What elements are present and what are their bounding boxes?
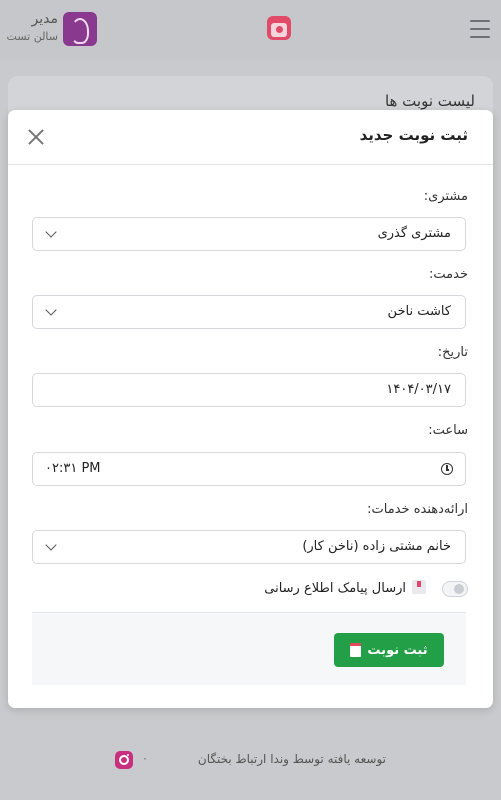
chevron-down-icon: [45, 539, 57, 551]
modal-footer: ثبت نوبت: [32, 612, 466, 685]
modal-header: ثبت نوبت جدید: [8, 110, 493, 165]
service-label: خدمت:: [429, 267, 468, 282]
date-value: ۱۴۰۴/۰۳/۱۷: [386, 382, 451, 397]
service-select[interactable]: کاشت ناخن: [32, 295, 466, 329]
sms-inbox-icon: [412, 580, 426, 594]
appointments-list-title: لیست نوبت ها: [384, 92, 475, 110]
provider-value: خانم مشتی زاده (ناخن کار): [302, 539, 451, 554]
developer-credit: توسعه یافته توسط وندا ارتباط بختگان: [197, 752, 386, 766]
menu-icon[interactable]: [470, 20, 490, 38]
calendar-logo-icon[interactable]: [267, 16, 291, 40]
new-appointment-modal: ثبت نوبت جدید مشتری: مشتری گذری خدمت: کا…: [8, 110, 493, 708]
customer-value: مشتری گذری: [377, 226, 451, 241]
sms-toggle-label: ارسال پیامک اطلاع رسانی: [264, 581, 406, 596]
footer-separator: ·: [143, 752, 147, 766]
date-label: تاریخ:: [437, 345, 468, 360]
time-input[interactable]: ۰۲:۳۱ PM: [32, 452, 466, 486]
time-value: ۰۲:۳۱ PM: [45, 461, 101, 476]
sms-toggle[interactable]: [442, 581, 468, 597]
chevron-down-icon: [45, 304, 57, 316]
salon-avatar[interactable]: [63, 12, 97, 46]
chevron-down-icon: [45, 226, 57, 238]
top-header: مدیر سالن تست: [0, 0, 501, 60]
customer-select[interactable]: مشتری گذری: [32, 217, 466, 251]
date-input[interactable]: ۱۴۰۴/۰۳/۱۷: [32, 373, 466, 407]
submit-appointment-button[interactable]: ثبت نوبت: [334, 633, 444, 667]
submit-label: ثبت نوبت: [367, 642, 428, 658]
calendar-icon: [350, 643, 362, 657]
customer-label: مشتری:: [423, 189, 468, 204]
provider-select[interactable]: خانم مشتی زاده (ناخن کار): [32, 530, 466, 564]
provider-label: ارائه‌دهنده خدمات:: [367, 502, 468, 517]
instagram-icon[interactable]: [115, 751, 133, 769]
clock-icon[interactable]: [441, 463, 453, 475]
user-role: مدیر: [31, 11, 58, 27]
close-icon[interactable]: [28, 129, 44, 145]
salon-name: سالن تست: [6, 30, 58, 43]
time-label: ساعت:: [428, 423, 468, 438]
modal-title: ثبت نوبت جدید: [359, 126, 468, 144]
service-value: کاشت ناخن: [387, 304, 451, 319]
